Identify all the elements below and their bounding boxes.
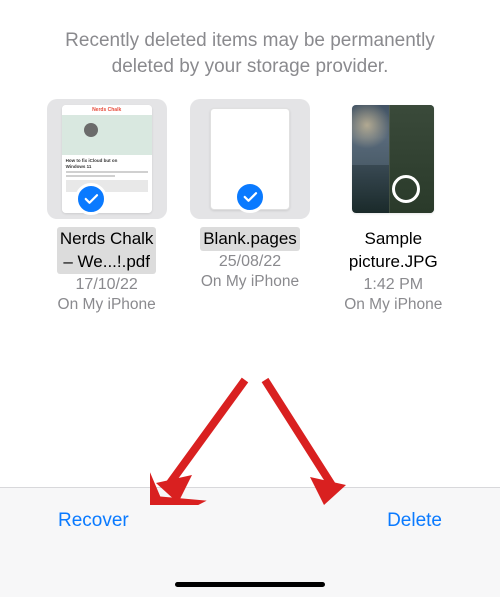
file-location: On My iPhone (344, 296, 442, 314)
file-name: Blank.pages (200, 227, 300, 250)
delete-button[interactable]: Delete (387, 510, 442, 532)
file-date: 17/10/22 (76, 276, 138, 294)
file-item[interactable]: Nerds Chalk How to fix iCloud but onWind… (45, 99, 168, 314)
thumbnail-wrap[interactable]: Nerds Chalk How to fix iCloud but onWind… (47, 99, 167, 219)
recover-button[interactable]: Recover (58, 510, 129, 532)
header-warning: Recently deleted items may be permanentl… (0, 0, 500, 99)
recently-deleted-list: Nerds Chalk How to fix iCloud but onWind… (0, 99, 500, 314)
file-date: 25/08/22 (219, 253, 281, 271)
file-location: On My iPhone (58, 296, 156, 314)
thumbnail-wrap[interactable] (333, 99, 453, 219)
annotation-arrow-icon (250, 375, 360, 505)
home-indicator[interactable] (175, 582, 325, 587)
file-item[interactable]: Sample picture.JPG 1:42 PM On My iPhone (332, 99, 455, 314)
file-name: Sample picture.JPG (343, 227, 444, 274)
file-date: 1:42 PM (364, 276, 424, 294)
bottom-toolbar: Recover Delete (0, 487, 500, 597)
file-location: On My iPhone (201, 273, 299, 291)
thumbnail-wrap[interactable] (190, 99, 310, 219)
file-item[interactable]: Blank.pages 25/08/22 On My iPhone (188, 99, 311, 314)
selected-check-icon (234, 181, 266, 213)
annotation-arrow-icon (150, 375, 260, 505)
thumbnail (352, 105, 434, 213)
selected-check-icon (75, 183, 107, 215)
file-name: Nerds Chalk – We...!.pdf (57, 227, 157, 274)
